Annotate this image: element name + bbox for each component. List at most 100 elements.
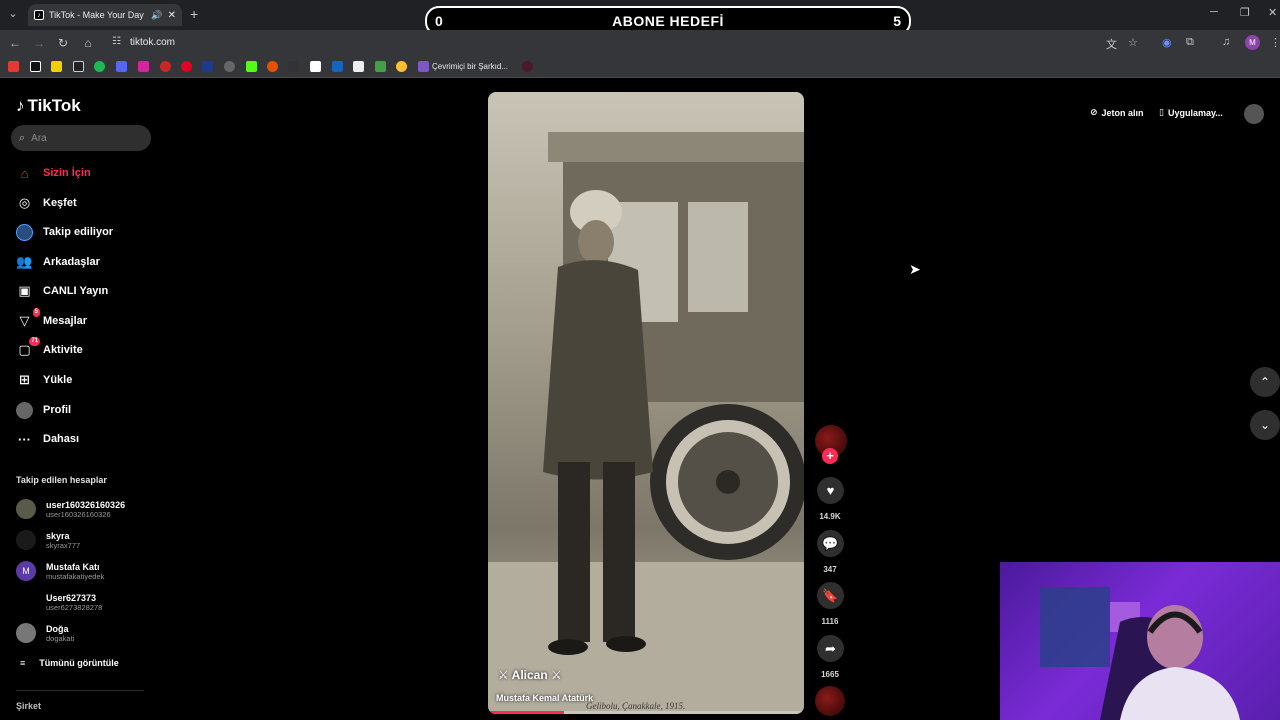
youtube-bookmark-icon[interactable] [8,61,19,72]
x-bookmark-icon[interactable] [73,61,84,72]
home-icon: ⌂ [20,165,29,181]
tiktok-favicon-icon: ♪ [34,10,44,20]
bookmark-star-icon[interactable]: ☆ [1128,36,1138,49]
nav-label: Profil [43,404,72,416]
followed-account[interactable]: M Mustafa Katı mustafakatiyedek [16,561,104,581]
video-frame-illustration [488,132,804,714]
followed-account[interactable]: Doğa dogakati [16,623,74,643]
save-button[interactable]: 🔖 [817,582,844,609]
webcam-scene [1040,587,1240,720]
tiktok-logo[interactable]: ♪ TikTok [16,96,81,116]
bookmark-icon-17[interactable] [375,61,386,72]
browser-profile-avatar[interactable]: M [1245,35,1260,50]
nav-label: Aktivite [43,344,83,356]
reload-icon[interactable]: ↻ [55,35,71,51]
search-input[interactable] [31,132,132,144]
address-bar[interactable]: tiktok.com [130,37,175,48]
forward-icon[interactable]: → [31,35,47,51]
bookmark-icon: 🔖 [822,587,839,603]
restore-icon[interactable]: ❐ [1240,6,1250,19]
nav-label: CANLI Yayın [43,285,109,297]
back-icon[interactable]: ← [7,35,23,51]
share-count: 1665 [821,670,839,679]
avatar [16,530,36,550]
comment-button[interactable]: 💬 [817,530,844,557]
friends-icon: 👥 [16,254,33,269]
user-avatar[interactable] [1244,104,1264,124]
browser-menu-icon[interactable]: ⋮ [1270,36,1280,49]
minimize-icon[interactable]: ─ [1210,6,1218,18]
account-name: Doğa [46,623,69,634]
nav-for-you[interactable]: ⌂ Sizin İçin [16,164,91,182]
follow-button[interactable]: + [822,448,838,464]
bookmark-icon-16[interactable] [353,61,364,72]
bookmark-icon-9[interactable] [202,61,213,72]
audio-icon[interactable]: 🔊 [151,10,162,21]
video-player[interactable]: ⚔ Alican ⚔ Mustafa Kemal Atatürk Gelibol… [488,92,804,714]
next-video-button[interactable]: ⌄ [1250,410,1280,440]
bookmark-icon-15[interactable] [332,61,343,72]
kick-bookmark-icon[interactable] [246,61,257,72]
share-button[interactable]: ➦ [817,635,844,662]
song-bookmark-icon[interactable] [418,61,429,72]
nav-label: Mesajlar [43,315,88,327]
close-window-icon[interactable]: ✕ [1268,6,1277,19]
translate-icon[interactable]: 文 [1106,36,1117,52]
video-progress-bar[interactable] [488,711,804,714]
discord-bookmark-icon[interactable] [116,61,127,72]
spotify-bookmark-icon[interactable] [94,61,105,72]
tab-search-icon[interactable]: ⌄ [4,5,22,23]
search-box[interactable]: ⌕ [11,125,151,151]
bookmark-icon-20[interactable] [522,61,533,72]
video-author[interactable]: ⚔ Alican ⚔ [498,668,562,682]
nav-upload[interactable]: ⊞ Yükle [16,371,72,389]
see-all-link[interactable]: ≡ Tümünü görüntüle [20,658,119,668]
video-description: Mustafa Kemal Atatürk [496,693,594,703]
avatar: M [16,561,36,581]
close-tab-icon[interactable]: ✕ [168,10,176,21]
nav-label: Dahası [43,433,80,445]
extensions-puzzle-icon[interactable]: ⧉ [1186,36,1194,49]
bookmark-icon-12[interactable] [267,61,278,72]
bookmark-icon-18[interactable] [396,61,407,72]
gmail-bookmark-icon[interactable] [310,61,321,72]
nav-live[interactable]: ▣ CANLI Yayın [16,282,108,300]
nav-more[interactable]: ··· Dahası [16,430,79,448]
followed-account[interactable]: skyra skyrax777 [16,530,80,550]
nav-explore[interactable]: ◎ Keşfet [16,194,77,212]
previous-video-button[interactable]: ⌃ [1250,367,1280,397]
followed-account[interactable]: user160326160326 user160326160326 [16,499,125,519]
instagram-bookmark-icon[interactable] [138,61,149,72]
nav-label: Arkadaşlar [43,256,100,268]
get-coins-button[interactable]: ⊘ Jeton alın [1090,107,1144,118]
bookmark-icon-13[interactable] [288,61,299,72]
extension-icon[interactable]: ◉ [1162,36,1172,49]
nav-profile[interactable]: Profil [16,401,71,419]
s-bookmark-icon[interactable] [51,61,62,72]
sound-avatar[interactable] [815,686,845,716]
tiktok-bookmark-icon[interactable] [30,61,41,72]
live-icon: ▣ [18,283,31,298]
browser-toolbar: ← → ↻ ⌂ ☷ tiktok.com 文 ☆ ◉ ⧉ ♫ M ⋮ [0,30,1280,56]
song-bookmark-label[interactable]: Çevrimiçi bir Şarkıd... [432,62,508,71]
pinterest-bookmark-icon[interactable] [181,61,192,72]
bookmark-icon-10[interactable] [224,61,235,72]
browser-tab[interactable]: ♪ TikTok - Make Your Day 🔊 ✕ [28,4,182,26]
nav-activity[interactable]: ▢ 71 Aktivite [16,336,83,359]
red-bookmark-icon[interactable] [160,61,171,72]
company-link[interactable]: Şirket [16,701,41,711]
mouse-cursor-icon: ➤ [909,261,921,277]
site-info-icon[interactable]: ☷ [112,36,121,47]
nav-messages[interactable]: ▽ 5 Mesajlar [16,307,88,330]
nav-friends[interactable]: 👥 Arkadaşlar [16,253,100,271]
new-tab-icon[interactable]: + [190,5,204,23]
home-browser-icon[interactable]: ⌂ [80,35,96,51]
messages-badge: 5 [32,307,40,317]
get-app-button[interactable]: ▯ Uygulamay... [1159,107,1223,118]
media-control-icon[interactable]: ♫ [1222,36,1230,48]
heart-icon: ♥ [826,483,835,498]
like-button[interactable]: ♥ [817,477,844,504]
nav-following[interactable]: Takip ediliyor [16,223,113,241]
coins-label: Jeton alın [1101,107,1144,118]
followed-account[interactable]: User627373 user6273828278 [16,592,102,612]
